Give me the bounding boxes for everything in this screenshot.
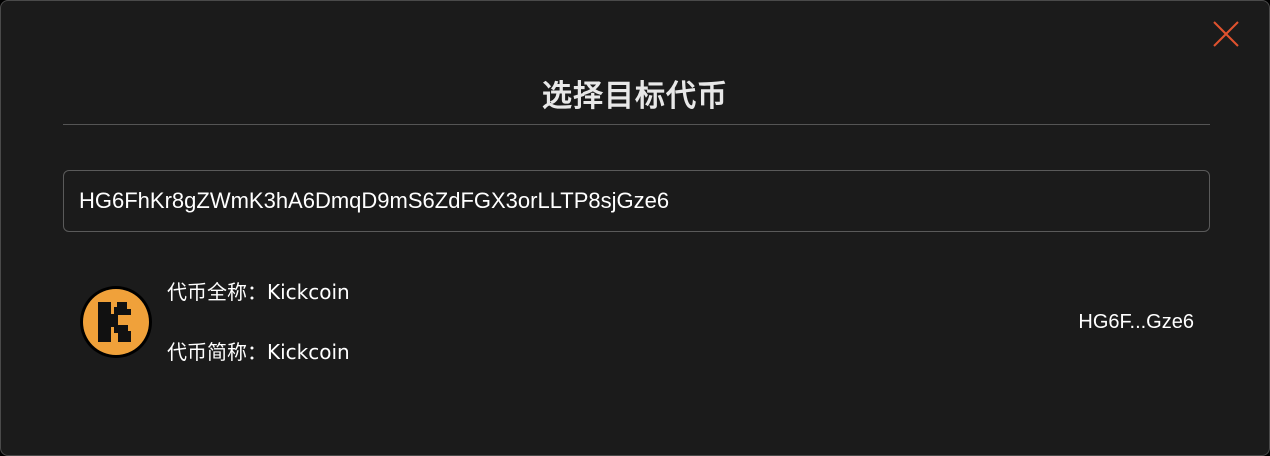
token-address-short: HG6F...Gze6 [1078, 311, 1194, 333]
close-button[interactable] [1211, 19, 1241, 49]
token-full-name: Kickcoin [267, 280, 350, 304]
dialog-title: 选择目标代币 [542, 79, 728, 114]
token-address-input[interactable] [63, 170, 1210, 232]
token-full-name-label: 代币全称： [167, 280, 267, 304]
token-full-name-row: 代币全称：Kickcoin [167, 279, 350, 305]
token-short-name-row: 代币简称：Kickcoin [167, 339, 350, 365]
token-result-item[interactable]: 代币全称：Kickcoin 代币简称：Kickcoin HG6F...Gze6 [63, 263, 1210, 383]
close-x-icon [1213, 21, 1239, 47]
token-short-name-label: 代币简称： [167, 340, 267, 364]
select-token-dialog: 选择目标代币 代币全称：Kickcoi [0, 0, 1270, 456]
token-short-name: Kickcoin [267, 340, 350, 364]
title-divider [63, 124, 1210, 125]
kickcoin-logo-icon [79, 285, 153, 359]
